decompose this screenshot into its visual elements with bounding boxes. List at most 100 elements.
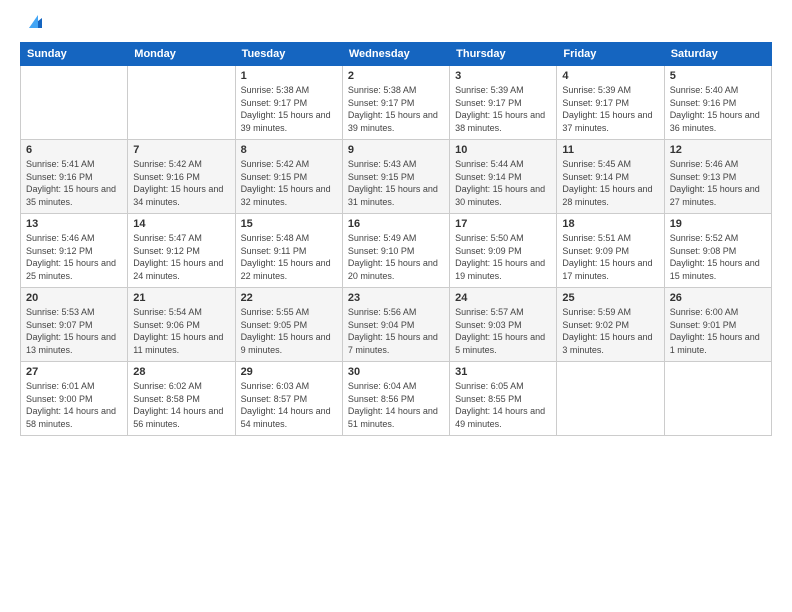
calendar-cell: 23 Sunrise: 5:56 AM Sunset: 9:04 PM Dayli… [342, 288, 449, 362]
day-number: 23 [348, 292, 444, 304]
day-number: 11 [562, 144, 658, 156]
day-info: Sunrise: 5:50 AM Sunset: 9:09 PM Dayligh… [455, 232, 551, 282]
calendar-cell: 20 Sunrise: 5:53 AM Sunset: 9:07 PM Dayli… [21, 288, 128, 362]
day-number: 6 [26, 144, 122, 156]
calendar-cell: 30 Sunrise: 6:04 AM Sunset: 8:56 PM Dayli… [342, 362, 449, 436]
day-number: 4 [562, 70, 658, 82]
calendar-cell: 29Sunrise: 6:03 AM Sunset: 8:57 PM Dayli… [235, 362, 342, 436]
day-number: 21 [133, 292, 229, 304]
calendar-cell: 10 Sunrise: 5:44 AM Sunset: 9:14 PM Dayli… [450, 140, 557, 214]
calendar-cell: 4Sunrise: 5:39 AM Sunset: 9:17 PM Daylig… [557, 66, 664, 140]
calendar-cell: 12 Sunrise: 5:46 AM Sunset: 9:13 PM Dayli… [664, 140, 771, 214]
column-header-wednesday: Wednesday [342, 43, 449, 66]
day-number: 17 [455, 218, 551, 230]
day-number: 5 [670, 70, 766, 82]
day-number: 25 [562, 292, 658, 304]
calendar-cell: 1 Sunrise: 5:38 AM Sunset: 9:17 PM Daylig… [235, 66, 342, 140]
column-header-sunday: Sunday [21, 43, 128, 66]
calendar-cell [664, 362, 771, 436]
logo-icon [24, 10, 46, 32]
calendar-cell: 11 Sunrise: 5:45 AM Sunset: 9:14 PM Dayli… [557, 140, 664, 214]
day-info: Sunrise: 5:41 AM Sunset: 9:16 PM Dayligh… [26, 158, 122, 208]
day-number: 27 [26, 366, 122, 378]
day-info: Sunrise: 5:46 AM Sunset: 9:13 PM Dayligh… [670, 158, 766, 208]
day-number: 10 [455, 144, 551, 156]
calendar-cell: 31 Sunrise: 6:05 AM Sunset: 8:55 PM Dayli… [450, 362, 557, 436]
day-info: Sunrise: 6:04 AM Sunset: 8:56 PM Dayligh… [348, 380, 444, 430]
calendar-cell: 25 Sunrise: 5:59 AM Sunset: 9:02 PM Dayli… [557, 288, 664, 362]
day-number: 16 [348, 218, 444, 230]
day-number: 30 [348, 366, 444, 378]
day-info: Sunrise: 5:48 AM Sunset: 9:11 PM Dayligh… [241, 232, 337, 282]
calendar-cell: 19Sunrise: 5:52 AM Sunset: 9:08 PM Dayli… [664, 214, 771, 288]
day-info: Sunrise: 5:45 AM Sunset: 9:14 PM Dayligh… [562, 158, 658, 208]
calendar-cell: 21 Sunrise: 5:54 AM Sunset: 9:06 PM Dayli… [128, 288, 235, 362]
logo [20, 18, 46, 32]
calendar-cell: 14Sunrise: 5:47 AM Sunset: 9:12 PM Dayli… [128, 214, 235, 288]
day-number: 9 [348, 144, 444, 156]
calendar-header-row: SundayMondayTuesdayWednesdayThursdayFrid… [21, 43, 772, 66]
calendar-cell: 24 Sunrise: 5:57 AM Sunset: 9:03 PM Dayli… [450, 288, 557, 362]
day-number: 1 [241, 70, 337, 82]
column-header-saturday: Saturday [664, 43, 771, 66]
day-info: Sunrise: 6:03 AM Sunset: 8:57 PM Dayligh… [241, 380, 337, 430]
day-info: Sunrise: 5:38 AM Sunset: 9:17 PM Dayligh… [241, 84, 337, 134]
day-info: Sunrise: 5:39 AM Sunset: 9:17 PM Dayligh… [455, 84, 551, 134]
day-info: Sunrise: 5:51 AM Sunset: 9:09 PM Dayligh… [562, 232, 658, 282]
calendar-week-row: 13 Sunrise: 5:46 AM Sunset: 9:12 PM Dayli… [21, 214, 772, 288]
day-info: Sunrise: 5:46 AM Sunset: 9:12 PM Dayligh… [26, 232, 122, 282]
day-info: Sunrise: 5:42 AM Sunset: 9:16 PM Dayligh… [133, 158, 229, 208]
day-info: Sunrise: 5:53 AM Sunset: 9:07 PM Dayligh… [26, 306, 122, 356]
day-number: 13 [26, 218, 122, 230]
day-number: 3 [455, 70, 551, 82]
calendar-cell: 6 Sunrise: 5:41 AM Sunset: 9:16 PM Daylig… [21, 140, 128, 214]
day-number: 2 [348, 70, 444, 82]
day-number: 18 [562, 218, 658, 230]
calendar-table: SundayMondayTuesdayWednesdayThursdayFrid… [20, 42, 772, 436]
calendar-cell: 8 Sunrise: 5:42 AM Sunset: 9:15 PM Daylig… [235, 140, 342, 214]
day-number: 31 [455, 366, 551, 378]
day-info: Sunrise: 5:44 AM Sunset: 9:14 PM Dayligh… [455, 158, 551, 208]
day-number: 20 [26, 292, 122, 304]
day-info: Sunrise: 5:57 AM Sunset: 9:03 PM Dayligh… [455, 306, 551, 356]
calendar-cell: 5 Sunrise: 5:40 AM Sunset: 9:16 PM Daylig… [664, 66, 771, 140]
calendar-week-row: 27Sunrise: 6:01 AM Sunset: 9:00 PM Dayli… [21, 362, 772, 436]
day-number: 26 [670, 292, 766, 304]
day-number: 8 [241, 144, 337, 156]
day-info: Sunrise: 5:40 AM Sunset: 9:16 PM Dayligh… [670, 84, 766, 134]
calendar-cell: 16 Sunrise: 5:49 AM Sunset: 9:10 PM Dayli… [342, 214, 449, 288]
day-number: 24 [455, 292, 551, 304]
calendar-cell: 18 Sunrise: 5:51 AM Sunset: 9:09 PM Dayli… [557, 214, 664, 288]
day-info: Sunrise: 6:00 AM Sunset: 9:01 PM Dayligh… [670, 306, 766, 356]
day-info: Sunrise: 5:43 AM Sunset: 9:15 PM Dayligh… [348, 158, 444, 208]
calendar-cell: 28Sunrise: 6:02 AM Sunset: 8:58 PM Dayli… [128, 362, 235, 436]
day-info: Sunrise: 5:47 AM Sunset: 9:12 PM Dayligh… [133, 232, 229, 282]
day-number: 7 [133, 144, 229, 156]
calendar-cell: 9 Sunrise: 5:43 AM Sunset: 9:15 PM Daylig… [342, 140, 449, 214]
day-number: 22 [241, 292, 337, 304]
day-info: Sunrise: 6:02 AM Sunset: 8:58 PM Dayligh… [133, 380, 229, 430]
day-info: Sunrise: 5:38 AM Sunset: 9:17 PM Dayligh… [348, 84, 444, 134]
calendar-cell [128, 66, 235, 140]
day-info: Sunrise: 5:49 AM Sunset: 9:10 PM Dayligh… [348, 232, 444, 282]
day-info: Sunrise: 5:55 AM Sunset: 9:05 PM Dayligh… [241, 306, 337, 356]
day-info: Sunrise: 5:56 AM Sunset: 9:04 PM Dayligh… [348, 306, 444, 356]
calendar-cell: 26 Sunrise: 6:00 AM Sunset: 9:01 PM Dayli… [664, 288, 771, 362]
column-header-friday: Friday [557, 43, 664, 66]
day-number: 15 [241, 218, 337, 230]
day-info: Sunrise: 5:59 AM Sunset: 9:02 PM Dayligh… [562, 306, 658, 356]
calendar-week-row: 6 Sunrise: 5:41 AM Sunset: 9:16 PM Daylig… [21, 140, 772, 214]
day-info: Sunrise: 5:52 AM Sunset: 9:08 PM Dayligh… [670, 232, 766, 282]
calendar-cell: 17 Sunrise: 5:50 AM Sunset: 9:09 PM Dayli… [450, 214, 557, 288]
calendar-cell: 15 Sunrise: 5:48 AM Sunset: 9:11 PM Dayli… [235, 214, 342, 288]
column-header-tuesday: Tuesday [235, 43, 342, 66]
day-info: Sunrise: 5:54 AM Sunset: 9:06 PM Dayligh… [133, 306, 229, 356]
calendar-cell: 2 Sunrise: 5:38 AM Sunset: 9:17 PM Daylig… [342, 66, 449, 140]
calendar-cell [557, 362, 664, 436]
day-info: Sunrise: 6:05 AM Sunset: 8:55 PM Dayligh… [455, 380, 551, 430]
calendar-cell: 22 Sunrise: 5:55 AM Sunset: 9:05 PM Dayli… [235, 288, 342, 362]
day-info: Sunrise: 5:42 AM Sunset: 9:15 PM Dayligh… [241, 158, 337, 208]
calendar-cell: 3 Sunrise: 5:39 AM Sunset: 9:17 PM Daylig… [450, 66, 557, 140]
day-number: 12 [670, 144, 766, 156]
column-header-monday: Monday [128, 43, 235, 66]
